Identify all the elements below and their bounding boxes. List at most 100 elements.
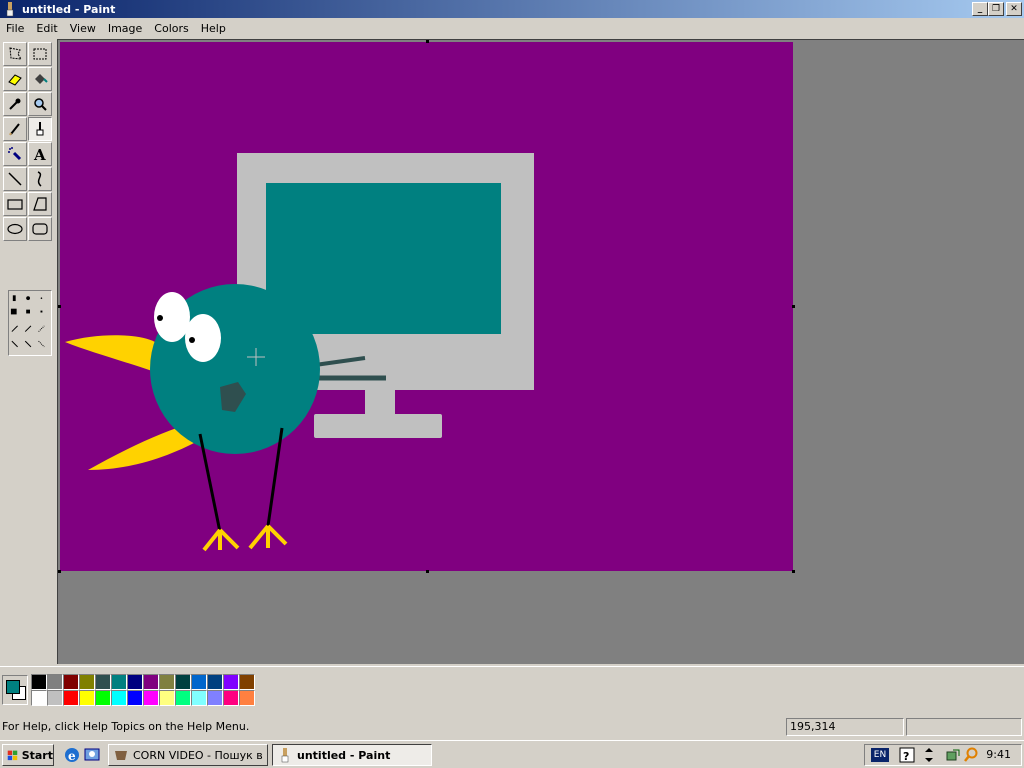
rounded-rectangle-tool[interactable] (28, 217, 52, 241)
palette-swatch[interactable] (31, 690, 47, 706)
airbrush-tool[interactable] (3, 142, 27, 166)
clock[interactable]: 9:41 (986, 745, 1011, 765)
select-icon (33, 48, 47, 60)
palette-swatch[interactable] (223, 674, 239, 690)
palette-swatch[interactable] (127, 690, 143, 706)
taskbar: Start e CORN VIDEO - Пошук в ... untitle… (0, 740, 1024, 768)
menu-file[interactable]: File (0, 22, 30, 35)
palette-swatch[interactable] (47, 674, 63, 690)
help-icon[interactable]: ? (899, 747, 915, 763)
status-bar: For Help, click Help Topics on the Help … (0, 716, 1024, 738)
show-desktop-icon[interactable] (83, 746, 101, 764)
browser-window-icon (115, 751, 127, 760)
polygon-tool[interactable] (28, 192, 52, 216)
palette-swatch[interactable] (95, 690, 111, 706)
palette-swatch[interactable] (127, 674, 143, 690)
status-size (906, 718, 1022, 736)
palette-swatch[interactable] (63, 674, 79, 690)
ellipse-icon (7, 223, 23, 235)
palette-swatch[interactable] (207, 674, 223, 690)
color-box (0, 666, 1024, 712)
internet-explorer-icon[interactable]: e (63, 746, 81, 764)
taskbar-item-browser[interactable]: CORN VIDEO - Пошук в ... (108, 744, 268, 766)
drawing-canvas[interactable] (60, 42, 793, 571)
eraser-tool[interactable] (3, 67, 27, 91)
start-label: Start (21, 748, 53, 762)
resize-handle-bottom-left (58, 570, 61, 573)
palette-swatch[interactable] (239, 690, 255, 706)
search-icon[interactable] (963, 747, 979, 763)
resize-handle-bottom[interactable] (426, 570, 429, 573)
palette-swatch[interactable] (191, 690, 207, 706)
menu-bar: File Edit View Image Colors Help (0, 18, 1024, 38)
palette-swatch[interactable] (207, 690, 223, 706)
menu-colors[interactable]: Colors (148, 22, 194, 35)
close-button[interactable]: ✕ (1006, 2, 1022, 16)
curve-tool[interactable] (28, 167, 52, 191)
select-tool[interactable] (28, 42, 52, 66)
system-tray: EN ? 9:41 (864, 744, 1022, 766)
minimize-button[interactable]: _ (972, 2, 988, 16)
palette-swatch[interactable] (79, 674, 95, 690)
language-indicator[interactable]: EN (871, 748, 889, 762)
resize-handle-corner[interactable] (792, 570, 795, 573)
palette-swatch[interactable] (111, 674, 127, 690)
pick-color-tool[interactable] (3, 92, 27, 116)
brush-options[interactable] (8, 290, 52, 356)
palette-swatch[interactable] (63, 690, 79, 706)
resize-handle-top-mid (426, 40, 429, 43)
text-tool[interactable]: A (28, 142, 52, 166)
fill-tool[interactable] (28, 67, 52, 91)
line-icon (8, 172, 22, 186)
palette-swatch[interactable] (159, 690, 175, 706)
rounded-rectangle-icon (32, 223, 48, 235)
menu-edit[interactable]: Edit (30, 22, 63, 35)
foreground-color-swatch (6, 680, 20, 694)
menu-view[interactable]: View (64, 22, 102, 35)
menu-help[interactable]: Help (195, 22, 232, 35)
palette-swatch[interactable] (191, 674, 207, 690)
start-button[interactable]: Start (2, 744, 54, 766)
menu-image[interactable]: Image (102, 22, 148, 35)
resize-handle-left-mid (58, 305, 61, 308)
taskbar-item-label: untitled - Paint (297, 748, 391, 762)
tray-arrows-icon[interactable] (923, 747, 935, 763)
fill-bucket-icon (35, 74, 48, 84)
brush-tool[interactable] (28, 117, 52, 141)
ellipse-tool[interactable] (3, 217, 27, 241)
brush-shapes-icon (10, 295, 45, 348)
palette-swatch[interactable] (239, 674, 255, 690)
palette-swatch[interactable] (175, 674, 191, 690)
taskbar-item-label: CORN VIDEO - Пошук в ... (133, 748, 268, 762)
status-help-text: For Help, click Help Topics on the Help … (2, 720, 250, 733)
tool-box: A (2, 42, 52, 356)
magnifier-icon (34, 98, 47, 111)
resize-handle-right[interactable] (792, 305, 795, 308)
palette-swatch[interactable] (175, 690, 191, 706)
free-form-select-tool[interactable] (3, 42, 27, 66)
palette-swatch[interactable] (79, 690, 95, 706)
palette-swatch[interactable] (143, 674, 159, 690)
text-icon: A (33, 146, 46, 163)
color-palette (31, 674, 255, 706)
palette-swatch[interactable] (111, 690, 127, 706)
palette-swatch[interactable] (159, 674, 175, 690)
network-icon[interactable] (945, 747, 961, 763)
paint-app-icon[interactable] (2, 1, 18, 17)
magnifier-tool[interactable] (28, 92, 52, 116)
line-tool[interactable] (3, 167, 27, 191)
taskbar-item-paint[interactable]: untitled - Paint (272, 744, 432, 766)
brush-icon (36, 122, 44, 136)
rectangle-icon (7, 199, 23, 210)
palette-swatch[interactable] (223, 690, 239, 706)
palette-swatch[interactable] (31, 674, 47, 690)
restore-icon: ❐ (991, 4, 1001, 14)
svg-text:?: ? (903, 750, 909, 763)
palette-swatch[interactable] (47, 690, 63, 706)
palette-swatch[interactable] (95, 674, 111, 690)
rectangle-tool[interactable] (3, 192, 27, 216)
pencil-tool[interactable] (3, 117, 27, 141)
restore-button[interactable]: ❐ (988, 2, 1004, 16)
current-colors[interactable] (2, 675, 28, 705)
palette-swatch[interactable] (143, 690, 159, 706)
